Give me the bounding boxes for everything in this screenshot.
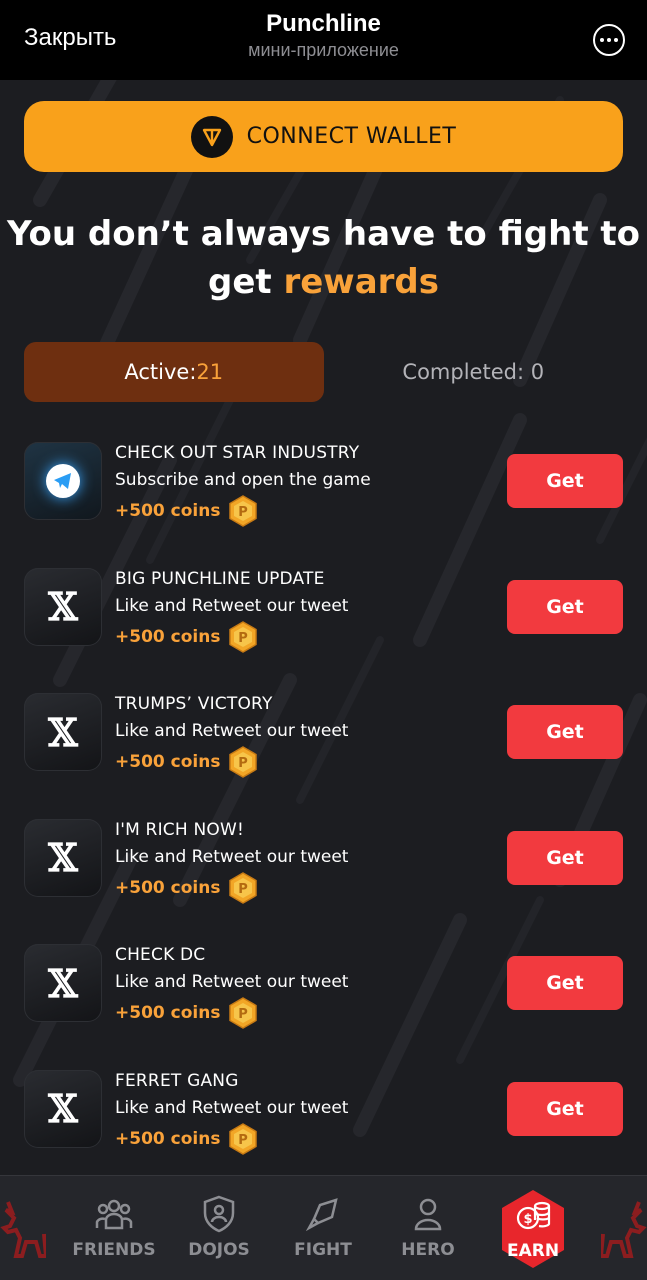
nav-hero-label: HERO [401,1240,455,1260]
task-description: Like and Retweet our tweet [115,972,349,992]
reward-amount: +500 coins [115,1128,221,1149]
task-item: 𝕏 I'M RICH NOW! Like and Retweet our twe… [24,817,623,945]
user-icon [378,1194,478,1234]
nav-earn[interactable]: $ EARN [499,1188,567,1270]
task-reward: +500 coins P [115,746,505,778]
task-reward: +500 coins P [115,1122,505,1155]
reward-amount: +500 coins [115,752,221,772]
nav-dojos[interactable]: DOJOS [169,1194,269,1260]
svg-text:P: P [239,1133,249,1148]
tab-completed[interactable]: Completed: 0 [324,342,624,402]
task-text: I'M RICH NOW! Like and Retweet our tweet… [115,817,505,904]
coin-icon: P [229,871,258,904]
get-button[interactable]: Get [507,579,623,634]
svg-text:P: P [239,631,249,646]
coin-icon: P [229,1122,258,1155]
connect-wallet-label: CONNECT WALLET [246,124,457,149]
task-description: Subscribe and open the game [115,470,371,490]
nav-fight-label: FIGHT [294,1240,352,1260]
title-block: Punchline мини-приложение [0,10,647,61]
x-icon: 𝕏 [24,693,102,771]
svg-text:P: P [239,505,249,520]
nav-fight[interactable]: FIGHT [273,1194,373,1260]
task-list: CHECK OUT STAR INDUSTRY Subscribe and op… [24,442,623,1175]
svg-text:P: P [239,756,249,771]
svg-text:$: $ [523,1212,532,1227]
task-text: TRUMPS’ VICTORY Like and Retweet our twe… [115,691,505,778]
task-description: Like and Retweet our tweet [115,1097,349,1118]
app-subtitle: мини-приложение [248,40,399,60]
nav-friends[interactable]: FRIENDS [64,1194,164,1260]
task-title: I'M RICH NOW! [115,819,244,840]
task-item: 𝕏 FERRET GANG Like and Retweet our tweet… [24,1068,623,1176]
bottom-nav: FRIENDS DOJOS FIGHT HERO $ EARN [0,1175,647,1280]
coin-icon: P [229,495,258,527]
task-title: TRUMPS’ VICTORY [115,694,273,714]
nav-earn-label: EARN [506,1241,560,1261]
sword-icon [273,1194,373,1234]
reward-amount: +500 coins [115,877,221,898]
task-reward: +500 coins P [115,997,505,1029]
coin-icon: P [229,997,258,1029]
get-button[interactable]: Get [507,1081,623,1136]
more-horizontal-icon[interactable] [593,24,625,56]
nav-hero[interactable]: HERO [378,1194,478,1260]
earn-screen: CONNECT WALLET You don’t always have to … [0,80,647,1175]
reward-amount: +500 coins [115,626,221,647]
reward-amount: +500 coins [115,1003,221,1023]
task-item: CHECK OUT STAR INDUSTRY Subscribe and op… [24,442,623,568]
tab-active[interactable]: Active: 21 [24,342,324,402]
task-reward: +500 coins P [115,871,505,904]
headline-accent: rewards [283,262,440,302]
task-reward: +500 coins P [115,620,505,653]
svg-text:P: P [239,882,249,897]
get-button[interactable]: Get [507,956,623,1010]
task-text: CHECK OUT STAR INDUSTRY Subscribe and op… [115,440,505,527]
task-tabs: Active: 21 Completed: 0 [24,342,623,402]
coin-icon: P [229,620,258,653]
task-text: FERRET GANG Like and Retweet our tweet +… [115,1068,505,1155]
get-button[interactable]: Get [507,454,623,508]
task-text: CHECK DC Like and Retweet our tweet +500… [115,942,505,1029]
deer-decoration-icon [0,1201,46,1258]
coin-icon: P [229,746,258,778]
page-headline: You don’t always have to fight to get re… [0,210,647,306]
task-description: Like and Retweet our tweet [115,721,349,741]
task-description: Like and Retweet our tweet [115,595,349,616]
telegram-header: Закрыть Punchline мини-приложение [0,0,647,80]
reward-amount: +500 coins [115,501,221,521]
get-button[interactable]: Get [507,705,623,759]
task-reward: +500 coins P [115,495,505,527]
ton-icon [190,115,233,158]
task-description: Like and Retweet our tweet [115,846,349,867]
task-item: 𝕏 TRUMPS’ VICTORY Like and Retweet our t… [24,693,623,819]
app-title: Punchline [266,10,381,37]
task-item: 𝕏 CHECK DC Like and Retweet our tweet +5… [24,944,623,1070]
tab-active-count: 21 [196,360,224,384]
friends-icon [64,1194,164,1234]
nav-friends-label: FRIENDS [72,1240,156,1260]
task-title: BIG PUNCHLINE UPDATE [115,568,325,589]
task-title: CHECK DC [115,945,206,965]
task-item: 𝕏 BIG PUNCHLINE UPDATE Like and Retweet … [24,566,623,694]
telegram-icon [24,442,102,520]
x-icon: 𝕏 [24,818,102,897]
nav-dojos-label: DOJOS [188,1240,250,1260]
shield-icon [169,1194,269,1234]
connect-wallet-button[interactable]: CONNECT WALLET [24,101,623,172]
task-title: FERRET GANG [115,1070,239,1091]
x-icon: 𝕏 [24,1069,102,1148]
tab-active-label: Active: [124,360,197,384]
svg-text:P: P [239,1007,249,1022]
get-button[interactable]: Get [507,830,623,885]
task-title: CHECK OUT STAR INDUSTRY [115,443,360,463]
task-text: BIG PUNCHLINE UPDATE Like and Retweet ou… [115,566,505,653]
x-icon: 𝕏 [24,944,102,1022]
deer-decoration-icon [601,1201,647,1258]
x-icon: 𝕏 [24,567,102,646]
